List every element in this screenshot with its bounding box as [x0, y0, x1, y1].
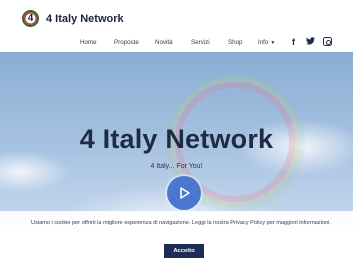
hero-title: 4 Italy Network	[79, 124, 274, 154]
nav-item-info[interactable]: Info ▼	[258, 39, 275, 46]
accept-cookies-button[interactable]: Accetto	[164, 244, 204, 258]
cookie-banner: Usiamo i cookie per offrirti la migliore…	[0, 211, 353, 264]
twitter-icon[interactable]	[306, 37, 315, 45]
instagram-icon[interactable]	[323, 37, 332, 46]
chevron-down-icon: ▼	[270, 40, 276, 46]
nav-item-servizi[interactable]: Servizi	[191, 39, 210, 46]
nav-item-proposte[interactable]: Proposte	[114, 39, 139, 46]
play-button[interactable]	[167, 176, 201, 210]
site-header: 4 4 Italy Network Home Proposte Novità S…	[0, 0, 353, 52]
brand[interactable]: 4 4 Italy Network	[22, 10, 124, 27]
nav-info-label: Info	[258, 39, 269, 46]
hero-banner: 4 Italy Network 4 Italy... For You!	[0, 52, 353, 230]
main-nav: Home Proposte Novità Servizi Shop Info ▼	[0, 39, 353, 49]
play-icon	[180, 187, 190, 199]
brand-name: 4 Italy Network	[46, 12, 124, 25]
nav-item-home[interactable]: Home	[80, 39, 97, 46]
page: 4 4 Italy Network Home Proposte Novità S…	[0, 0, 353, 264]
hero-subtitle: 4 Italy... For You!	[150, 163, 203, 170]
brand-logo-icon: 4	[22, 10, 39, 27]
nav-item-novita[interactable]: Novità	[155, 39, 173, 46]
cookie-text: Usiamo i cookie per offrirti la migliore…	[31, 220, 331, 226]
nav-item-shop[interactable]: Shop	[228, 39, 242, 46]
facebook-icon[interactable]: f	[292, 37, 295, 47]
